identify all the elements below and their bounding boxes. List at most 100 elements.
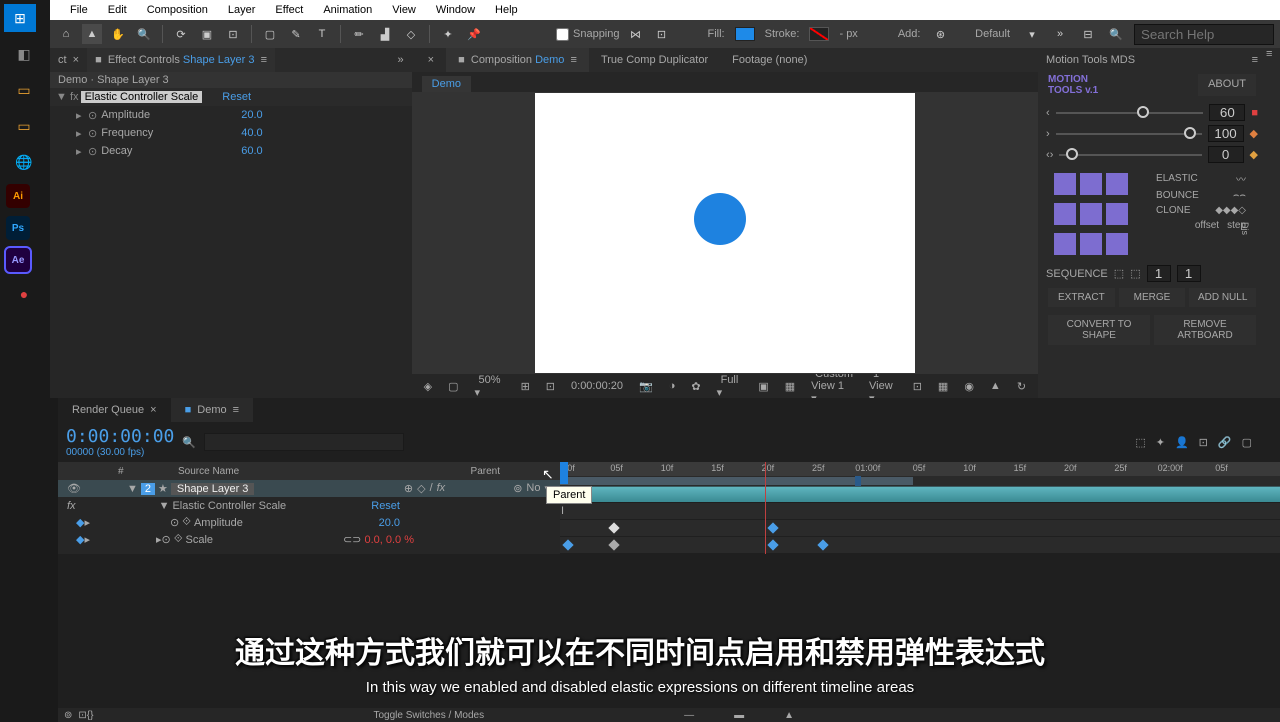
zoom-slider[interactable]: ▬ xyxy=(734,710,744,721)
convert-shape-button[interactable]: CONVERT TO SHAPE xyxy=(1048,315,1150,345)
snap-opt-icon[interactable]: ⋈ xyxy=(626,24,646,44)
keyframe[interactable] xyxy=(562,539,573,550)
stopwatch-icon-2[interactable]: ⊙ xyxy=(162,533,171,546)
anchor-bc[interactable] xyxy=(1080,233,1102,255)
timeline-amplitude-row[interactable]: ◆▸ ⊙ ⟐ Amplitude 20.0 xyxy=(58,514,560,531)
vf-icon1[interactable]: ◈ xyxy=(420,380,436,393)
eraser-tool-icon[interactable]: ◇ xyxy=(401,24,421,44)
anchor-bl[interactable] xyxy=(1054,233,1076,255)
taskbar-chrome[interactable]: 🌐 xyxy=(6,148,42,176)
taskbar-ae[interactable]: Ae xyxy=(6,248,30,272)
anchor-br[interactable] xyxy=(1106,233,1128,255)
puppet-tool-icon[interactable]: 📌 xyxy=(464,24,484,44)
timeline-scale-row[interactable]: ◆▸ ▸ ⊙ ⟐ Scale ⊂⊃ 0.0, 0.0 % xyxy=(58,531,560,548)
slider-both[interactable]: ‹› ◆ xyxy=(1042,144,1262,165)
camera-icon[interactable]: ▣ xyxy=(197,24,217,44)
add-null-button[interactable]: ADD NULL xyxy=(1189,288,1256,307)
timeline-effect-row[interactable]: fx ▼ Elastic Controller Scale Reset xyxy=(58,497,560,514)
zoom-tool-icon[interactable]: 🔍 xyxy=(134,24,154,44)
menu-animation[interactable]: Animation xyxy=(313,4,382,16)
fx-icon[interactable]: fx xyxy=(68,91,81,103)
effect-reset[interactable]: Reset xyxy=(222,91,251,103)
timeline-demo-tab[interactable]: ■Demo≡ xyxy=(171,398,253,422)
zoom-dropdown[interactable]: 50% ▾ xyxy=(471,374,509,399)
tl-icon-6[interactable]: ▢ xyxy=(1242,436,1252,449)
workspace-default[interactable]: Default xyxy=(971,28,1014,40)
tl-icon-2[interactable]: ✦ xyxy=(1156,436,1165,449)
menu-edit[interactable]: Edit xyxy=(98,4,137,16)
current-timecode[interactable]: 0:00:00:00 xyxy=(66,426,174,447)
slider-marker-2[interactable]: ◆ xyxy=(1250,127,1258,140)
effect-name[interactable]: Elastic Controller Scale xyxy=(81,91,203,103)
vf-refresh-icon[interactable]: ↻ xyxy=(1013,380,1030,393)
panel-menu-right[interactable]: ≡ xyxy=(1266,48,1280,398)
vf-icon11[interactable]: ▲ xyxy=(986,380,1005,392)
tl-search-icon[interactable]: 🔍 xyxy=(182,436,196,449)
search-input[interactable] xyxy=(1134,24,1274,45)
overflow-icon[interactable]: » xyxy=(1050,24,1070,44)
parent-pickwhip-icon[interactable]: ⊚ xyxy=(513,482,522,495)
panel-menu-icon[interactable]: ≡ xyxy=(1252,54,1258,66)
keyframe[interactable] xyxy=(767,522,778,533)
seq-offset-input[interactable] xyxy=(1147,265,1171,282)
vf-icon6[interactable]: ▣ xyxy=(754,380,772,393)
tl-icon-5[interactable]: 🔗 xyxy=(1218,436,1232,449)
elastic-mode[interactable]: ELASTIC〰 xyxy=(1146,169,1256,188)
zoom-out-icon[interactable]: — xyxy=(684,710,694,721)
merge-button[interactable]: MERGE xyxy=(1119,288,1186,307)
vf-icon2[interactable]: ▢ xyxy=(444,380,462,393)
footer-icon-2[interactable]: ⊡ xyxy=(78,710,86,721)
tab-footage[interactable]: Footage (none) xyxy=(720,48,819,72)
tl-shy-icon[interactable]: 👤 xyxy=(1175,436,1189,449)
taskbar-app-3[interactable]: ▭ xyxy=(6,112,42,140)
anchor-tr[interactable] xyxy=(1106,173,1128,195)
col-source-name[interactable]: Source Name xyxy=(178,466,239,477)
slider-in-value[interactable] xyxy=(1209,104,1245,121)
pen-tool-icon[interactable]: ✎ xyxy=(286,24,306,44)
vf-time[interactable]: 0:00:00:20 xyxy=(567,380,627,392)
anchor-tl[interactable] xyxy=(1054,173,1076,195)
slider-out-value[interactable] xyxy=(1208,125,1244,142)
text-tool-icon[interactable]: T xyxy=(312,24,332,44)
time-ruler[interactable]: 0f 05f 10f 15f 20f 25f 01:00f 05f 10f 15… xyxy=(560,462,1280,476)
keyframe[interactable] xyxy=(609,539,620,550)
slider-out[interactable]: › ◆ xyxy=(1042,123,1262,144)
vf-icon5[interactable]: ◑ xyxy=(665,380,680,392)
menu-composition[interactable]: Composition xyxy=(137,4,218,16)
comp-tab-demo[interactable]: ■ Composition Demo ≡ xyxy=(446,48,589,72)
workspace-menu-icon[interactable]: ▾ xyxy=(1022,24,1042,44)
resolution-dropdown[interactable]: Full ▾ xyxy=(713,374,747,399)
seq-step-input[interactable] xyxy=(1177,265,1201,282)
prop-frequency[interactable]: ▸⊙ Frequency 40.0 xyxy=(50,124,412,142)
footer-icon-1[interactable]: ⊚ xyxy=(58,710,78,721)
snapshot-icon[interactable]: 📷 xyxy=(635,380,657,393)
prop-amplitude[interactable]: ▸⊙ Amplitude 20.0 xyxy=(50,106,412,124)
stroke-width[interactable]: - px xyxy=(835,28,861,40)
comp-tab-close[interactable]: × xyxy=(416,48,446,72)
taskbar-app-1[interactable]: ◧ xyxy=(6,40,42,68)
render-queue-tab[interactable]: Render Queue× xyxy=(58,398,171,422)
anchor-mc[interactable] xyxy=(1080,203,1102,225)
bounce-mode[interactable]: BOUNCE⌢⌢ xyxy=(1146,188,1256,203)
menu-layer[interactable]: Layer xyxy=(218,4,266,16)
amplitude-track[interactable] xyxy=(560,520,1280,537)
vf-icon4[interactable]: ⊡ xyxy=(542,380,559,393)
anchor-ml[interactable] xyxy=(1054,203,1076,225)
remove-artboard-button[interactable]: REMOVE ARTBOARD xyxy=(1154,315,1256,345)
footer-icon-3[interactable]: {} xyxy=(87,710,94,721)
hand-tool-icon[interactable]: ✋ xyxy=(108,24,128,44)
taskbar-ai[interactable]: Ai xyxy=(6,184,30,208)
add-menu-icon[interactable]: ⊛ xyxy=(930,24,950,44)
project-tab[interactable]: ct × xyxy=(50,48,87,72)
cti-marker[interactable] xyxy=(560,462,568,484)
zoom-in-icon[interactable]: ▲ xyxy=(784,710,794,721)
vf-icon8[interactable]: ⊡ xyxy=(909,380,926,393)
clone-mode[interactable]: CLONE◆◆◆◇ xyxy=(1146,203,1256,218)
scale-track[interactable] xyxy=(560,537,1280,554)
stroke-color-swatch[interactable] xyxy=(809,27,829,41)
composition-viewer[interactable] xyxy=(412,92,1038,374)
keyframe[interactable] xyxy=(818,539,829,550)
timeline-tracks[interactable]: 0f 05f 10f 15f 20f 25f 01:00f 05f 10f 15… xyxy=(560,462,1280,554)
stopwatch-icon[interactable]: ⊙ xyxy=(170,516,179,529)
snap-opt2-icon[interactable]: ⊡ xyxy=(652,24,672,44)
